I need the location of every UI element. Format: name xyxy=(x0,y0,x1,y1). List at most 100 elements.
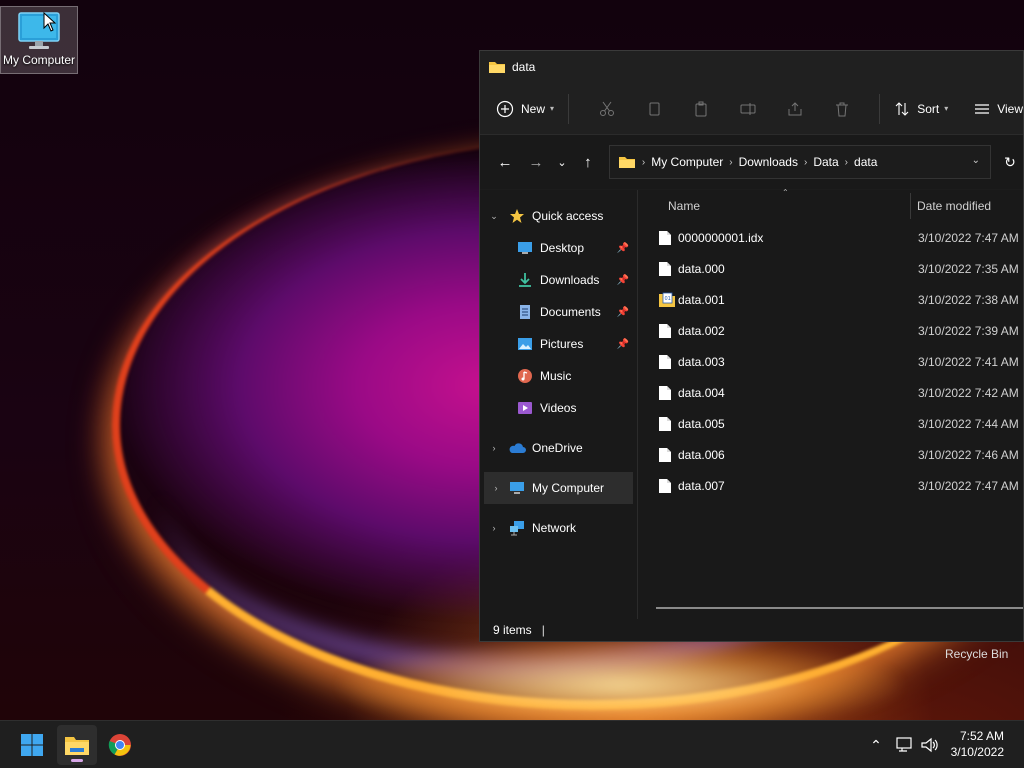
status-bar: 9 items | xyxy=(480,619,1023,641)
nav-item-music[interactable]: Music xyxy=(480,360,637,392)
file-row[interactable]: data.006 3/10/2022 7:46 AM xyxy=(638,439,1023,470)
network-icon xyxy=(508,520,526,536)
recent-locations-button[interactable]: ⌄ xyxy=(549,147,575,177)
file-name: data.002 xyxy=(678,323,725,338)
breadcrumb-data-parent[interactable]: Data xyxy=(813,155,838,169)
taskbar: ⌃ 7:52 AM 3/10/2022 xyxy=(0,720,1024,768)
nav-network[interactable]: › Network xyxy=(480,512,637,544)
taskbar-file-explorer[interactable] xyxy=(57,725,97,765)
chevron-right-icon[interactable]: › xyxy=(480,523,508,533)
share-button[interactable] xyxy=(771,101,818,117)
file-date-modified: 3/10/2022 7:39 AM xyxy=(918,323,1019,338)
file-name: 0000000001.idx xyxy=(678,230,764,245)
chrome-icon xyxy=(108,734,131,756)
address-dropdown-icon[interactable]: ⌄ xyxy=(972,155,980,166)
back-button[interactable]: ← xyxy=(492,147,518,177)
pin-icon: 📌 xyxy=(616,338,629,350)
new-button-label: New xyxy=(521,101,546,116)
trash-icon xyxy=(835,102,848,116)
toolbar-divider xyxy=(879,93,881,124)
chevron-down-icon[interactable]: ⌄ xyxy=(480,211,508,222)
folder-icon xyxy=(618,157,635,168)
nav-item-desktop[interactable]: Desktop 📌 xyxy=(480,232,637,264)
column-divider[interactable] xyxy=(910,193,911,219)
star-icon xyxy=(508,208,526,224)
forward-button[interactable]: → xyxy=(523,147,549,177)
copy-button[interactable] xyxy=(630,101,677,117)
file-row[interactable]: data.004 3/10/2022 7:42 AM xyxy=(638,377,1023,408)
breadcrumb-data-current[interactable]: data xyxy=(854,155,877,169)
chevron-up-icon[interactable]: ⌃ xyxy=(866,737,886,754)
horizontal-scrollbar[interactable] xyxy=(656,607,1023,609)
recycle-bin-label[interactable]: Recycle Bin xyxy=(945,647,1008,661)
view-button[interactable]: View xyxy=(974,93,1023,125)
cut-button[interactable] xyxy=(583,101,630,117)
download-arrow-icon xyxy=(516,272,534,288)
file-date-modified: 3/10/2022 7:42 AM xyxy=(918,385,1019,400)
refresh-button[interactable]: ↻ xyxy=(997,147,1023,177)
navigation-pane: ⌄ Quick access Desktop 📌 Downloads 📌 Doc… xyxy=(480,190,638,619)
file-row[interactable]: data.002 3/10/2022 7:39 AM xyxy=(638,315,1023,346)
start-button[interactable] xyxy=(12,725,52,765)
up-button[interactable]: ↑ xyxy=(575,147,601,177)
chevron-right-icon[interactable]: › xyxy=(480,443,508,453)
nav-quick-access-label: Quick access xyxy=(532,209,604,223)
pin-icon: 📌 xyxy=(616,242,629,254)
nav-onedrive[interactable]: › OneDrive xyxy=(480,432,637,464)
nav-item-pictures[interactable]: Pictures 📌 xyxy=(480,328,637,360)
arrow-left-icon: ← xyxy=(497,153,513,171)
chevron-down-icon: ▾ xyxy=(550,104,555,113)
file-explorer-icon xyxy=(65,737,89,755)
nav-item-videos[interactable]: Videos xyxy=(480,392,637,424)
column-header-name[interactable]: Name xyxy=(668,199,910,213)
nav-item-documents[interactable]: Documents 📌 xyxy=(480,296,637,328)
file-row[interactable]: data.003 3/10/2022 7:41 AM xyxy=(638,346,1023,377)
file-icon xyxy=(658,385,672,401)
arrow-right-icon: → xyxy=(528,153,544,171)
address-bar[interactable]: › My Computer › Downloads › Data › data … xyxy=(608,145,992,179)
desktop-icon-my-computer[interactable]: My Computer xyxy=(0,6,78,74)
music-icon xyxy=(516,368,534,384)
file-row[interactable]: 01 data.001 3/10/2022 7:38 AM xyxy=(638,284,1023,315)
archive-file-icon: 01 xyxy=(658,292,675,308)
column-header-row: ⌃ Name Date modified xyxy=(638,188,1023,222)
file-icon xyxy=(658,478,672,494)
title-bar[interactable]: data xyxy=(480,51,1023,83)
file-icon xyxy=(658,354,672,370)
nav-item-label: Videos xyxy=(540,401,577,415)
breadcrumb-my-computer[interactable]: My Computer xyxy=(651,155,723,169)
sort-button[interactable]: Sort ▾ xyxy=(894,93,948,125)
column-header-date-modified[interactable]: Date modified xyxy=(917,199,991,213)
file-row[interactable]: data.000 3/10/2022 7:35 AM xyxy=(638,253,1023,284)
refresh-icon: ↻ xyxy=(1004,153,1016,170)
copy-icon xyxy=(649,102,660,115)
video-icon xyxy=(516,400,534,416)
nav-my-computer[interactable]: › My Computer xyxy=(484,472,633,504)
nav-quick-access[interactable]: ⌄ Quick access xyxy=(480,200,637,232)
nav-item-label: Desktop xyxy=(540,241,585,255)
share-icon xyxy=(788,101,802,115)
taskbar-chrome[interactable] xyxy=(100,725,140,765)
picture-icon xyxy=(516,336,534,352)
delete-button[interactable] xyxy=(818,101,865,117)
taskbar-clock[interactable]: 7:52 AM 3/10/2022 xyxy=(951,728,1004,760)
file-name: data.005 xyxy=(678,416,725,431)
network-status-icon[interactable] xyxy=(894,736,914,754)
sort-ascending-icon: ⌃ xyxy=(782,188,789,197)
new-button[interactable]: New ▾ xyxy=(496,93,554,125)
nav-item-label: Downloads xyxy=(540,273,600,287)
file-name: data.003 xyxy=(678,354,725,369)
volume-icon[interactable] xyxy=(920,736,940,754)
paste-button[interactable] xyxy=(677,101,724,117)
file-row[interactable]: data.007 3/10/2022 7:47 AM xyxy=(638,470,1023,501)
file-name: data.004 xyxy=(678,385,725,400)
pin-icon: 📌 xyxy=(616,274,629,286)
file-row[interactable]: data.005 3/10/2022 7:44 AM xyxy=(638,408,1023,439)
rename-button[interactable] xyxy=(724,101,771,117)
command-bar: New ▾ Sort ▾ View xyxy=(480,83,1023,135)
file-row[interactable]: 0000000001.idx 3/10/2022 7:47 AM xyxy=(638,222,1023,253)
nav-item-downloads[interactable]: Downloads 📌 xyxy=(480,264,637,296)
breadcrumb-downloads[interactable]: Downloads xyxy=(739,155,798,169)
file-icon xyxy=(658,416,672,432)
chevron-right-icon[interactable]: › xyxy=(484,483,508,493)
